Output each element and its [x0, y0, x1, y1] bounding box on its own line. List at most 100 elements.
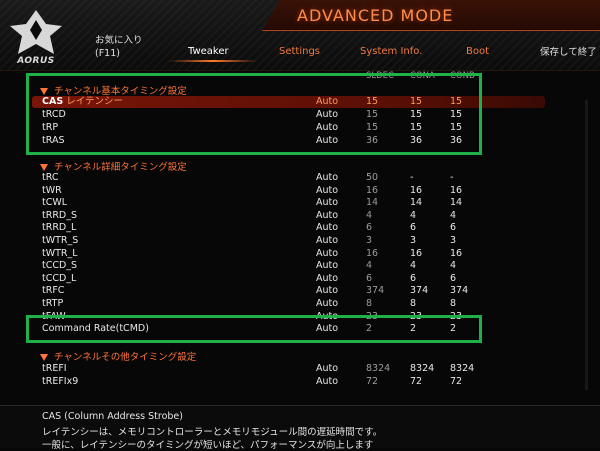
- setting-name: tRRD_L: [42, 222, 77, 234]
- value-col3: 72: [450, 376, 463, 387]
- section-misc-timing[interactable]: チャンネルその他タイミング設定: [40, 349, 196, 363]
- setting-mode[interactable]: Auto: [316, 260, 338, 272]
- active-tab-indicator: [168, 60, 258, 62]
- collapse-triangle-icon: [40, 164, 48, 171]
- setting-row[interactable]: tWR Auto 16 16 16: [0, 185, 600, 197]
- help-line-1: レイテンシーは、メモリコントローラーとメモリモジュール間の遅延時間です。: [42, 427, 383, 438]
- value-col1: 4: [366, 209, 373, 221]
- value-col1: 72: [366, 376, 379, 387]
- mode-title: ADVANCED MODE: [297, 6, 454, 25]
- setting-mode[interactable]: Auto: [316, 363, 338, 375]
- section-misc-timing-label: チャンネルその他タイミング設定: [54, 352, 197, 363]
- value-col3: 16: [450, 184, 463, 196]
- value-col1: 50: [366, 172, 379, 183]
- value-col3: 8324: [450, 363, 475, 374]
- setting-row[interactable]: tRTP Auto 8 8 8: [0, 298, 600, 310]
- value-col3: 4: [450, 209, 457, 221]
- callout-box-command-rate: [26, 315, 482, 343]
- tab-tweaker[interactable]: Tweaker: [188, 46, 229, 57]
- value-col1: 374: [366, 285, 385, 297]
- value-col1: 4: [366, 260, 373, 272]
- setting-mode[interactable]: Auto: [316, 273, 338, 285]
- section-advanced-timing[interactable]: チャンネル詳細タイミング設定: [40, 159, 187, 173]
- scrollbar-track[interactable]: [585, 100, 588, 390]
- setting-row[interactable]: tCCD_S Auto 4 4 4: [0, 260, 600, 272]
- value-col2: -: [410, 172, 414, 183]
- value-col1: 6: [366, 222, 373, 234]
- tab-save-exit[interactable]: 保存して終了: [540, 44, 597, 58]
- setting-row-trefi[interactable]: tREFI Auto 8324 8324 8324: [0, 363, 600, 375]
- tab-favorites[interactable]: お気に入り (F11): [95, 34, 143, 60]
- value-col3: 3: [450, 235, 457, 246]
- callout-box-basic-timing: [26, 73, 482, 155]
- setting-mode[interactable]: Auto: [316, 248, 338, 260]
- setting-name: tREFIx9: [42, 376, 79, 387]
- value-col2: 6: [410, 222, 417, 234]
- setting-name: tWR: [42, 184, 62, 196]
- setting-name: tRC: [42, 172, 59, 183]
- setting-mode[interactable]: Auto: [316, 298, 338, 310]
- value-col3: 6: [450, 272, 457, 284]
- value-col2: 16: [410, 184, 423, 196]
- setting-mode[interactable]: Auto: [316, 376, 338, 388]
- value-col2: 14: [410, 197, 423, 209]
- value-col2: 6: [410, 272, 417, 284]
- setting-mode[interactable]: Auto: [316, 197, 338, 209]
- header-bar: ADVANCED MODE AORUS お気に入り (F11) Tweaker …: [0, 0, 600, 71]
- value-col1: 14: [366, 197, 379, 209]
- setting-row[interactable]: tWTR_S Auto 3 3 3: [0, 235, 600, 247]
- setting-mode[interactable]: Auto: [316, 172, 338, 184]
- setting-mode[interactable]: Auto: [316, 235, 338, 247]
- setting-name: tWTR_L: [42, 247, 78, 259]
- value-col1: 6: [366, 272, 373, 284]
- setting-row[interactable]: tRRD_S Auto 4 4 4: [0, 210, 600, 222]
- tab-favorites-key: (F11): [95, 48, 120, 59]
- tab-system-info[interactable]: System Info.: [360, 46, 422, 57]
- setting-name: tCCD_L: [42, 272, 77, 284]
- tab-settings[interactable]: Settings: [279, 46, 320, 57]
- value-col2: 8324: [410, 363, 435, 374]
- value-col1: 8324: [366, 363, 391, 374]
- tab-boot[interactable]: Boot: [466, 46, 489, 57]
- setting-name: tREFI: [42, 363, 67, 374]
- setting-row[interactable]: tCCD_L Auto 6 6 6: [0, 273, 600, 285]
- setting-name: tCCD_S: [42, 260, 78, 272]
- tab-favorites-label: お気に入り: [95, 35, 143, 46]
- value-col2: 4: [410, 209, 417, 221]
- value-col2: 374: [410, 285, 429, 297]
- setting-mode[interactable]: Auto: [316, 285, 338, 297]
- setting-name: tRTP: [42, 298, 64, 309]
- value-col3: 6: [450, 222, 457, 234]
- value-col1: 3: [366, 235, 373, 246]
- value-col3: 16: [450, 247, 463, 259]
- value-col2: 8: [410, 298, 417, 309]
- value-col1: 8: [366, 298, 373, 309]
- value-col3: 374: [450, 285, 469, 297]
- setting-row-trefix9[interactable]: tREFIx9 Auto 72 72 72: [0, 376, 600, 388]
- help-title: CAS (Column Address Strobe): [42, 411, 183, 422]
- aorus-eagle-logo-icon: [10, 10, 62, 54]
- setting-mode[interactable]: Auto: [316, 222, 338, 234]
- logo-text: AORUS: [17, 56, 55, 66]
- value-col3: 14: [450, 197, 463, 209]
- setting-row[interactable]: tRC Auto 50 - -: [0, 172, 600, 184]
- setting-mode[interactable]: Auto: [316, 210, 338, 222]
- help-panel: CAS (Column Address Strobe) レイテンシーは、メモリコ…: [0, 405, 600, 451]
- setting-row[interactable]: tCWL Auto 14 14 14: [0, 197, 600, 209]
- help-line-2: 一般に、レイテンシーのタイミングが短いほど、パフォーマンスが向上します: [42, 440, 374, 451]
- setting-row[interactable]: tRFC Auto 374 374 374: [0, 285, 600, 297]
- setting-name: tCWL: [42, 197, 68, 209]
- setting-row[interactable]: tRRD_L Auto 6 6 6: [0, 222, 600, 234]
- value-col2: 3: [410, 235, 417, 246]
- value-col3: 8: [450, 298, 457, 309]
- setting-mode[interactable]: Auto: [316, 185, 338, 197]
- setting-name: tRFC: [42, 285, 65, 297]
- collapse-triangle-icon: [40, 354, 48, 361]
- value-col1: 16: [366, 247, 379, 259]
- value-col3: 4: [450, 260, 457, 272]
- setting-name: tWTR_S: [42, 235, 79, 246]
- value-col2: 16: [410, 247, 423, 259]
- setting-name: tRRD_S: [42, 209, 78, 221]
- setting-row[interactable]: tWTR_L Auto 16 16 16: [0, 248, 600, 260]
- value-col2: 4: [410, 260, 417, 272]
